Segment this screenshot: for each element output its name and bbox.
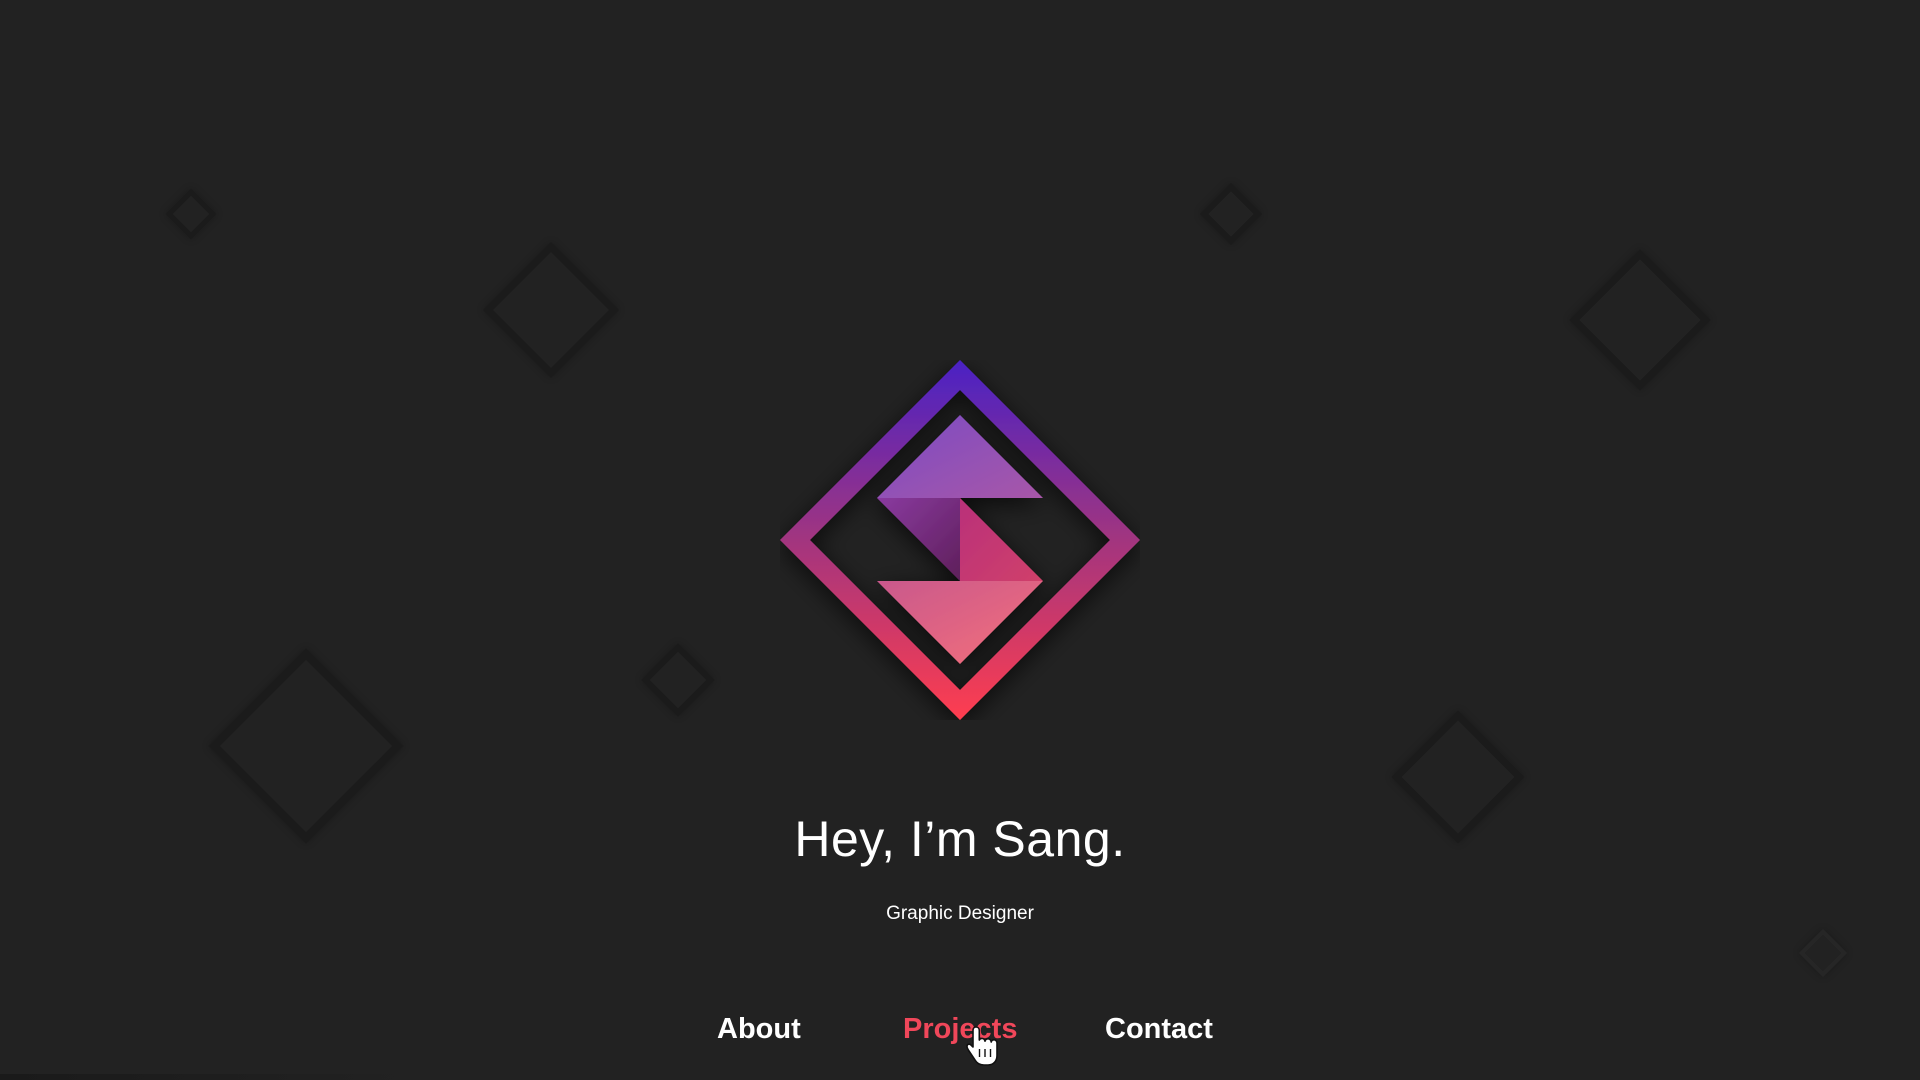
nav-link-projects[interactable]: Projects xyxy=(903,1013,1017,1046)
background-diamond-decoration xyxy=(1199,182,1263,246)
diamond-s-logo-icon xyxy=(780,360,1140,720)
background-diamond-decoration xyxy=(1569,249,1711,391)
job-title-subtitle: Graphic Designer xyxy=(886,903,1034,924)
background-diamond-decoration xyxy=(165,188,217,240)
background-diamond-decoration xyxy=(1798,928,1848,978)
background-diamond-decoration xyxy=(641,643,715,717)
page-title: Hey, I’m Sang. xyxy=(794,811,1126,867)
main-nav: About Projects Contact xyxy=(0,1013,1920,1053)
background-diamond-decoration xyxy=(483,242,619,378)
landing-page: Hey, I’m Sang. Graphic Designer About Pr… xyxy=(0,0,1920,1080)
brand-logo xyxy=(780,360,1140,720)
pointer-hand-cursor-icon xyxy=(966,1026,998,1066)
bottom-edge-shadow xyxy=(0,1074,420,1080)
nav-link-about[interactable]: About xyxy=(717,1013,801,1046)
nav-link-contact[interactable]: Contact xyxy=(1105,1013,1213,1046)
